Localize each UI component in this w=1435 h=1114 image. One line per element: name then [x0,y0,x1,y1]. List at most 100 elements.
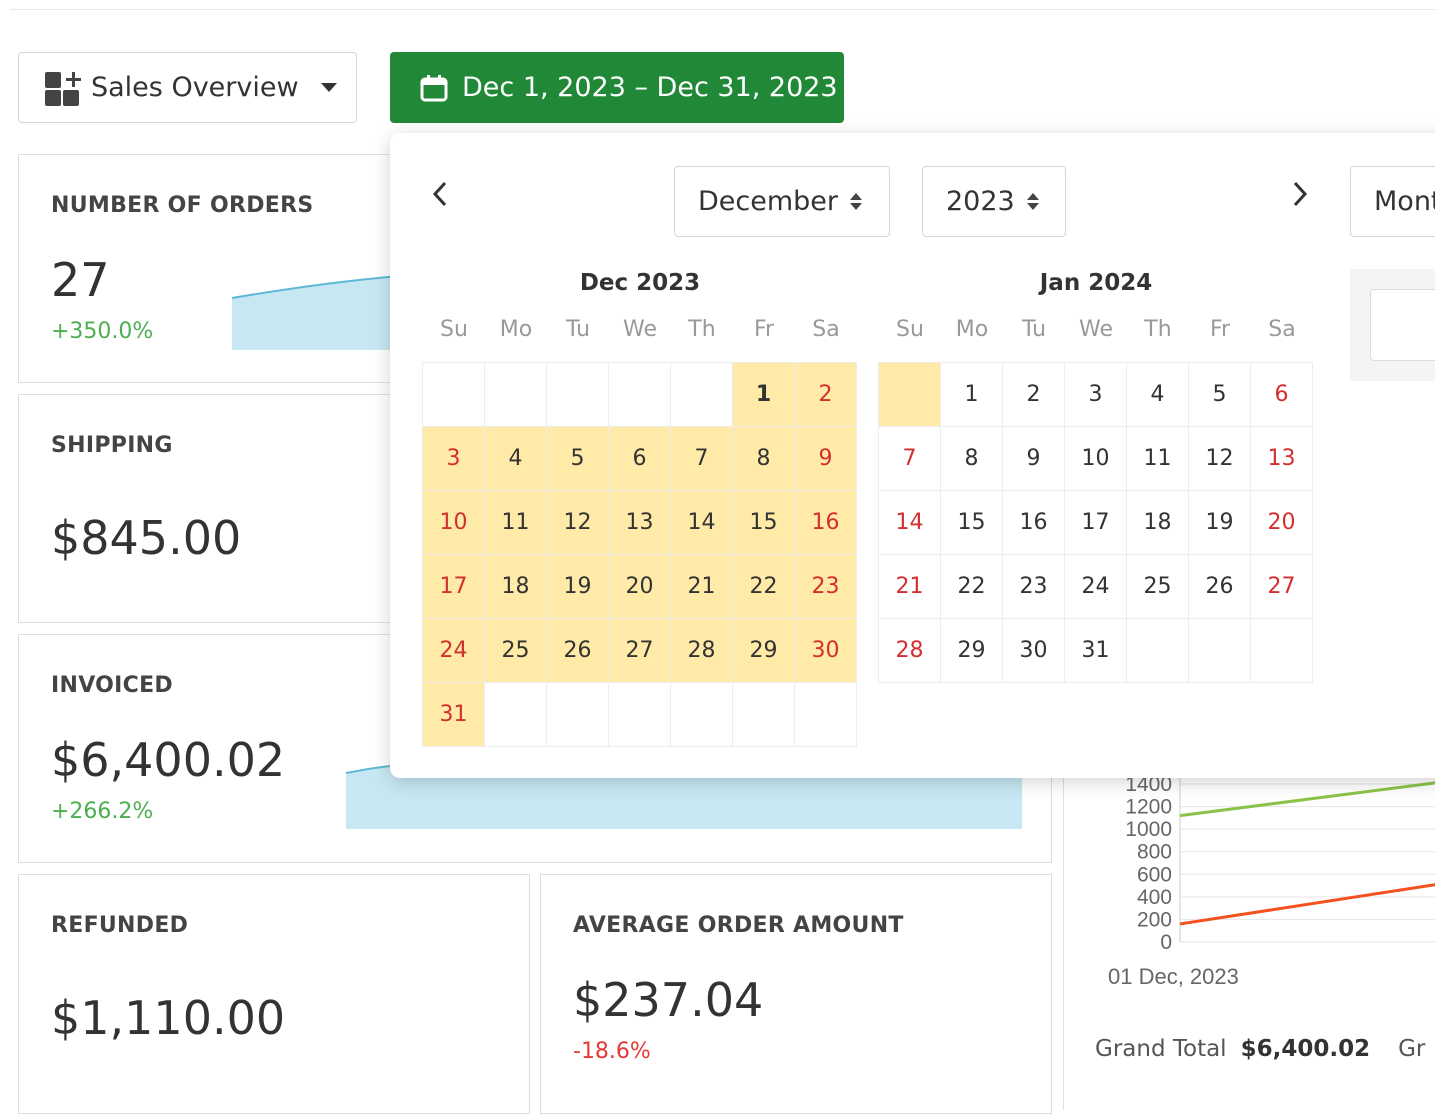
calendar-day[interactable]: 4 [1127,363,1189,427]
calendar-day[interactable]: 23 [795,555,857,619]
calendar-day[interactable]: 23 [1003,555,1065,619]
calendar-day[interactable]: 9 [1003,427,1065,491]
calendar-day[interactable]: 15 [733,491,795,555]
weekday-label: Su [896,317,924,342]
calendar-day[interactable]: 4 [485,427,547,491]
grand-total-value: $6,400.02 [1240,1036,1371,1062]
refunded-value: $1,110.00 [51,991,286,1045]
y-tick-label: 1200 [1125,796,1172,819]
calendar-day[interactable]: 19 [547,555,609,619]
chevron-down-icon [320,83,337,92]
calendar-day[interactable]: 13 [609,491,671,555]
y-tick-label: 200 [1137,908,1172,931]
calendar-day[interactable]: 28 [879,619,941,683]
calendar-day[interactable]: 31 [1065,619,1127,683]
weekday-label: Tu [1021,317,1047,342]
calendar-day[interactable]: 20 [609,555,671,619]
calendar-day[interactable]: 14 [879,491,941,555]
calendar-day[interactable]: 22 [941,555,1003,619]
month-grid-jan: 1 2 3 4 5 6 7 8 9 10 11 12 13 14 15 16 17 18 19 20 21 22 23 24 2… [878,362,1313,683]
calendar-day[interactable]: 8 [941,427,1003,491]
calendar-day[interactable]: 25 [485,619,547,683]
totals-row: Grand Total $6,400.02 Gr [1095,1036,1425,1062]
calendar-day[interactable]: 13 [1251,427,1313,491]
calendar-empty-cell [1251,619,1313,683]
calendar-day[interactable]: 30 [795,619,857,683]
month-grid-dec: 1 2 3 4 5 6 7 8 9 10 11 12 13 14 15 16 17 18 19 20 21 22 23 24 2… [422,362,857,747]
calendar-day[interactable]: 21 [671,555,733,619]
calendar-day[interactable]: 10 [1065,427,1127,491]
calendar-day[interactable]: 18 [485,555,547,619]
calendar-day[interactable]: 1 [941,363,1003,427]
x-tick-label: 01 Dec, 2023 [1108,964,1239,989]
calendar-day[interactable]: 3 [1065,363,1127,427]
weekday-label: Fr [753,317,775,342]
orders-value: 27 [51,253,110,307]
calendar-day[interactable]: 11 [485,491,547,555]
calendar-day[interactable]: 12 [547,491,609,555]
calendar-day[interactable]: 14 [671,491,733,555]
weekday-label: Th [688,317,716,342]
calendar-day[interactable]: 24 [423,619,485,683]
calendar-day[interactable]: 7 [671,427,733,491]
dashboard-select-button[interactable]: Sales Overview [18,52,357,123]
calendar-day[interactable]: 31 [423,683,485,747]
calendar-day[interactable]: 27 [609,619,671,683]
calendar-day[interactable]: 16 [795,491,857,555]
year-select[interactable]: 2023 [922,166,1066,237]
shipping-value: $845.00 [51,511,242,565]
orders-delta: +350.0% [51,319,154,344]
range-mode-select[interactable]: Mont [1350,166,1435,237]
calendar-day[interactable]: 6 [609,427,671,491]
calendar-day[interactable]: 5 [1189,363,1251,427]
calendar-day[interactable]: 26 [547,619,609,683]
calendar-day[interactable]: 19 [1189,491,1251,555]
weekday-label: We [1079,317,1113,342]
calendar-day[interactable]: 30 [1003,619,1065,683]
calendar-day[interactable]: 27 [1251,555,1313,619]
calendar-day[interactable]: 25 [1127,555,1189,619]
calendar-day[interactable]: 28 [671,619,733,683]
series-line-0 [1179,781,1435,818]
weekday-label: Tu [565,317,591,342]
calendar-day[interactable]: 29 [941,619,1003,683]
refunded-card: REFUNDED $1,110.00 [18,874,530,1114]
preset-input[interactable] [1370,289,1435,361]
calendar-day[interactable]: 26 [1189,555,1251,619]
calendar-day[interactable]: 17 [1065,491,1127,555]
calendar-day[interactable]: 12 [1189,427,1251,491]
chevron-left-icon[interactable] [426,179,456,209]
calendar-day[interactable]: 16 [1003,491,1065,555]
calendar-day[interactable]: 29 [733,619,795,683]
weekday-label: Mo [955,317,989,342]
calendar-empty-cell [1127,619,1189,683]
calendar-day[interactable]: 20 [1251,491,1313,555]
calendar-day[interactable]: 5 [547,427,609,491]
calendar-day[interactable]: 6 [1251,363,1313,427]
calendar-day[interactable]: 11 [1127,427,1189,491]
dashboard-select-label: Sales Overview [91,72,299,103]
chevron-right-icon[interactable] [1284,179,1314,209]
calendar-day[interactable]: 1 [733,363,795,427]
calendar-day[interactable]: 7 [879,427,941,491]
calendar-day[interactable]: 24 [1065,555,1127,619]
calendar-empty-cell [609,363,671,427]
weekday-label: Th [1144,317,1172,342]
calendar-day[interactable]: 2 [1003,363,1065,427]
calendar-day[interactable]: 3 [423,427,485,491]
calendar-day[interactable]: 10 [423,491,485,555]
calendar-day[interactable]: 9 [795,427,857,491]
month-select[interactable]: December [674,166,890,237]
calendar-day[interactable]: 18 [1127,491,1189,555]
calendar-empty-cell [795,683,857,747]
calendar-day[interactable]: 21 [879,555,941,619]
y-tick-label: 600 [1137,863,1172,886]
invoiced-delta: +266.2% [51,799,154,824]
date-range-button[interactable]: Dec 1, 2023 – Dec 31, 2023 [390,52,844,123]
calendar-day[interactable]: 15 [941,491,1003,555]
calendar-empty-cell [733,683,795,747]
calendar-day[interactable]: 22 [733,555,795,619]
calendar-day[interactable]: 2 [795,363,857,427]
calendar-day[interactable]: 17 [423,555,485,619]
calendar-day[interactable]: 8 [733,427,795,491]
